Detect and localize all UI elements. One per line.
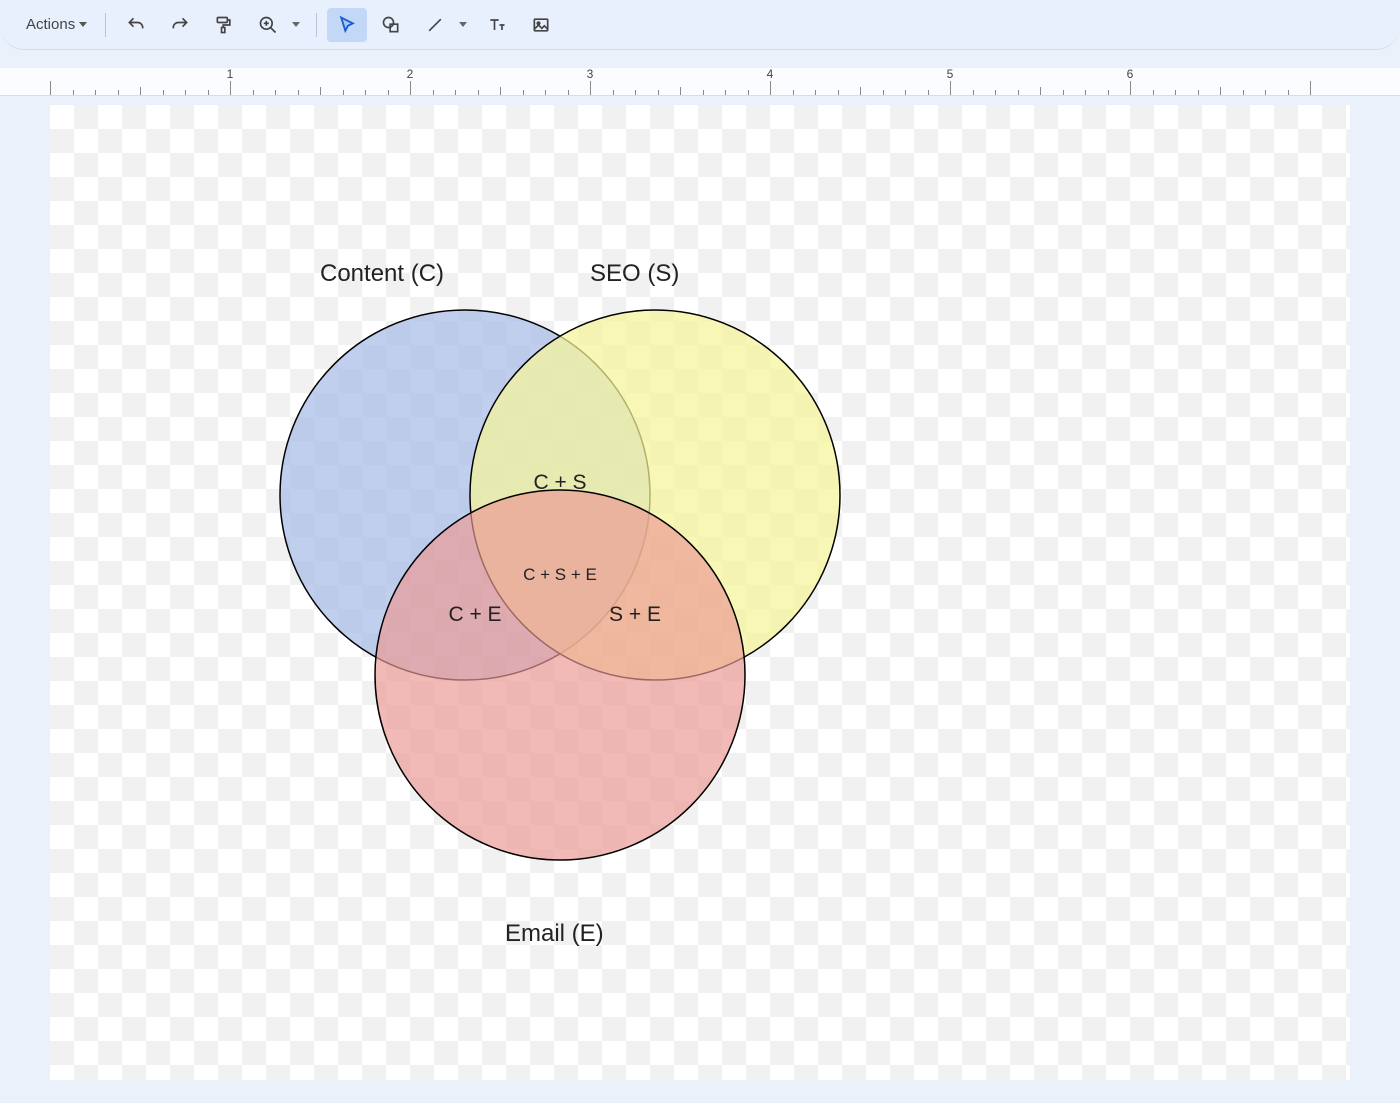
venn-label-cs[interactable]: C + S — [533, 471, 586, 495]
ruler: 1 2 3 4 5 6 — [0, 68, 1400, 96]
actions-label: Actions — [26, 16, 75, 33]
line-dropdown-caret[interactable] — [459, 22, 467, 27]
venn-label-seo[interactable]: SEO (S) — [590, 260, 679, 288]
undo-button[interactable] — [116, 8, 156, 42]
redo-button[interactable] — [160, 8, 200, 42]
ruler-mark: 4 — [767, 68, 774, 81]
zoom-button[interactable] — [248, 8, 288, 42]
venn-circle-email[interactable] — [375, 490, 745, 860]
redo-icon — [170, 15, 190, 35]
ruler-mark: 1 — [227, 68, 234, 81]
image-tool-button[interactable] — [521, 8, 561, 42]
ruler-mark: 6 — [1127, 68, 1134, 81]
venn-label-content[interactable]: Content (C) — [320, 260, 444, 288]
venn-diagram[interactable] — [50, 105, 1350, 1080]
ruler-mark: 2 — [407, 68, 414, 81]
text-icon — [487, 15, 507, 35]
zoom-icon — [258, 15, 278, 35]
text-tool-button[interactable] — [477, 8, 517, 42]
chevron-down-icon — [79, 22, 87, 27]
image-icon — [531, 15, 551, 35]
toolbar: Actions — [0, 0, 1400, 50]
venn-label-cse[interactable]: C + S + E — [523, 565, 597, 585]
select-tool-button[interactable] — [327, 8, 367, 42]
line-icon — [425, 15, 445, 35]
paint-format-button[interactable] — [204, 8, 244, 42]
actions-dropdown[interactable]: Actions — [18, 10, 95, 39]
zoom-group — [248, 8, 306, 42]
line-group — [415, 8, 473, 42]
zoom-dropdown-caret[interactable] — [292, 22, 300, 27]
venn-label-se[interactable]: S + E — [609, 603, 661, 627]
cursor-icon — [337, 15, 357, 35]
ruler-mark: 3 — [587, 68, 594, 81]
line-tool-button[interactable] — [415, 8, 455, 42]
shape-icon — [381, 15, 401, 35]
divider — [316, 13, 317, 37]
canvas[interactable]: Content (C) SEO (S) Email (E) C + S C + … — [50, 105, 1350, 1080]
venn-label-email[interactable]: Email (E) — [505, 920, 604, 948]
venn-label-ce[interactable]: C + E — [448, 603, 501, 627]
divider — [105, 13, 106, 37]
ruler-mark: 5 — [947, 68, 954, 81]
shape-tool-button[interactable] — [371, 8, 411, 42]
paint-roller-icon — [214, 15, 234, 35]
undo-icon — [126, 15, 146, 35]
